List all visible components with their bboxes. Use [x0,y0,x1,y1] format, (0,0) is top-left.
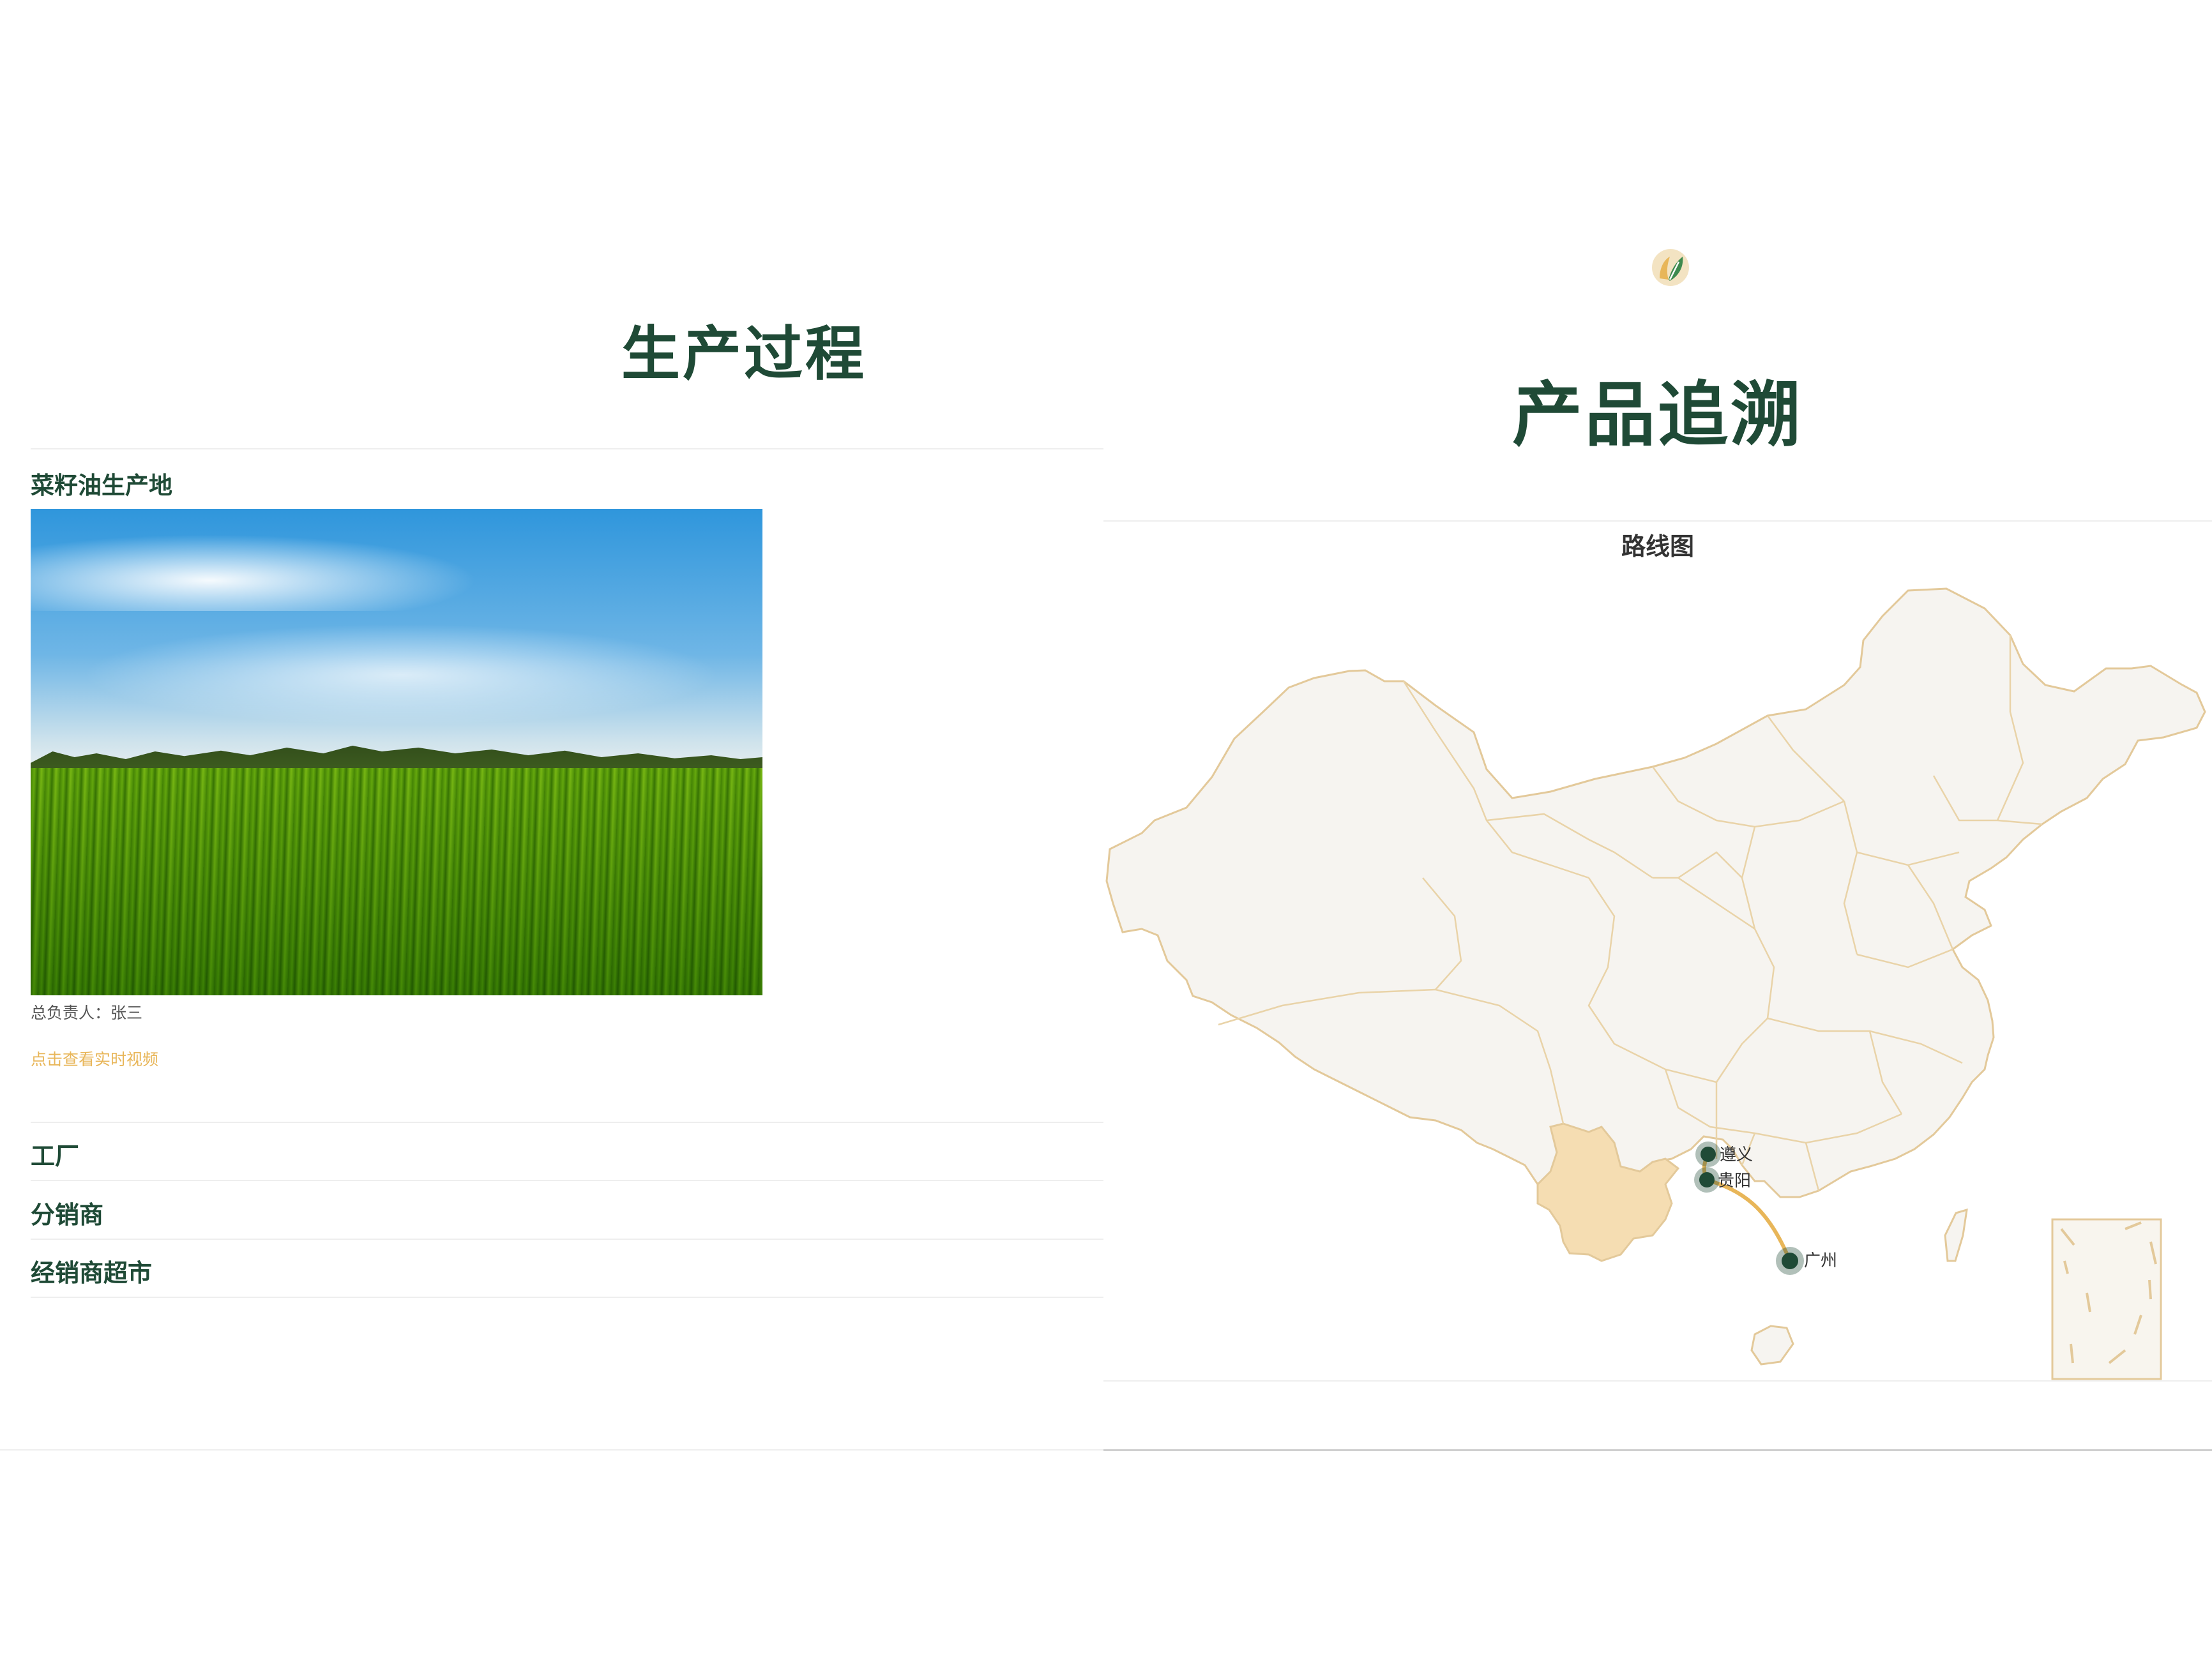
section-factory[interactable]: 工厂 [31,1136,79,1172]
divider [31,1180,1103,1181]
south-china-sea-inset [2051,1218,2162,1380]
route-map[interactable]: 遵义 贵阳 广州 路线图 [1103,520,2212,1383]
divider [1103,1449,2212,1451]
grass-field [31,768,762,995]
sky-cloud [31,534,478,611]
divider [31,1122,1103,1123]
section-distributor[interactable]: 分销商 [31,1195,103,1230]
trace-panel: 产品追溯 遵义 贵阳 广州 路线图 [1103,0,2212,1658]
city-marker-zunyi[interactable] [1695,1142,1721,1167]
city-marker-guangzhou[interactable] [1776,1247,1804,1275]
leaf-logo-icon [1652,249,1689,286]
responsible-person: 总负责人：张三 [31,1004,143,1022]
hainan-island [1750,1325,1794,1366]
divider [31,1239,1103,1240]
field-photo [31,509,762,995]
production-panel: 生产过程 菜籽油生产地 总负责人：张三 点击查看实时视频 工厂 分销商 经销商超… [0,0,1103,1658]
city-marker-guiyang[interactable] [1694,1167,1720,1193]
divider [1103,1380,2212,1382]
china-mainland [1105,587,2206,1198]
china-map: 遵义 贵阳 广州 [1105,587,2206,1380]
map-title: 路线图 [1621,532,1694,561]
origin-section-title: 菜籽油生产地 [31,472,172,499]
sky-cloud [82,624,720,726]
live-video-link[interactable]: 点击查看实时视频 [31,1047,158,1070]
trace-title: 产品追溯 [1512,374,1803,456]
city-label-guiyang: 贵阳 [1718,1172,1751,1191]
taiwan-island [1944,1208,1968,1262]
city-label-guangzhou: 广州 [1804,1251,1837,1270]
divider [31,1297,1103,1298]
divider [31,448,1103,449]
section-supermarket[interactable]: 经销商超市 [31,1253,152,1288]
city-label-zunyi: 遵义 [1720,1145,1753,1164]
divider [0,1449,1103,1451]
